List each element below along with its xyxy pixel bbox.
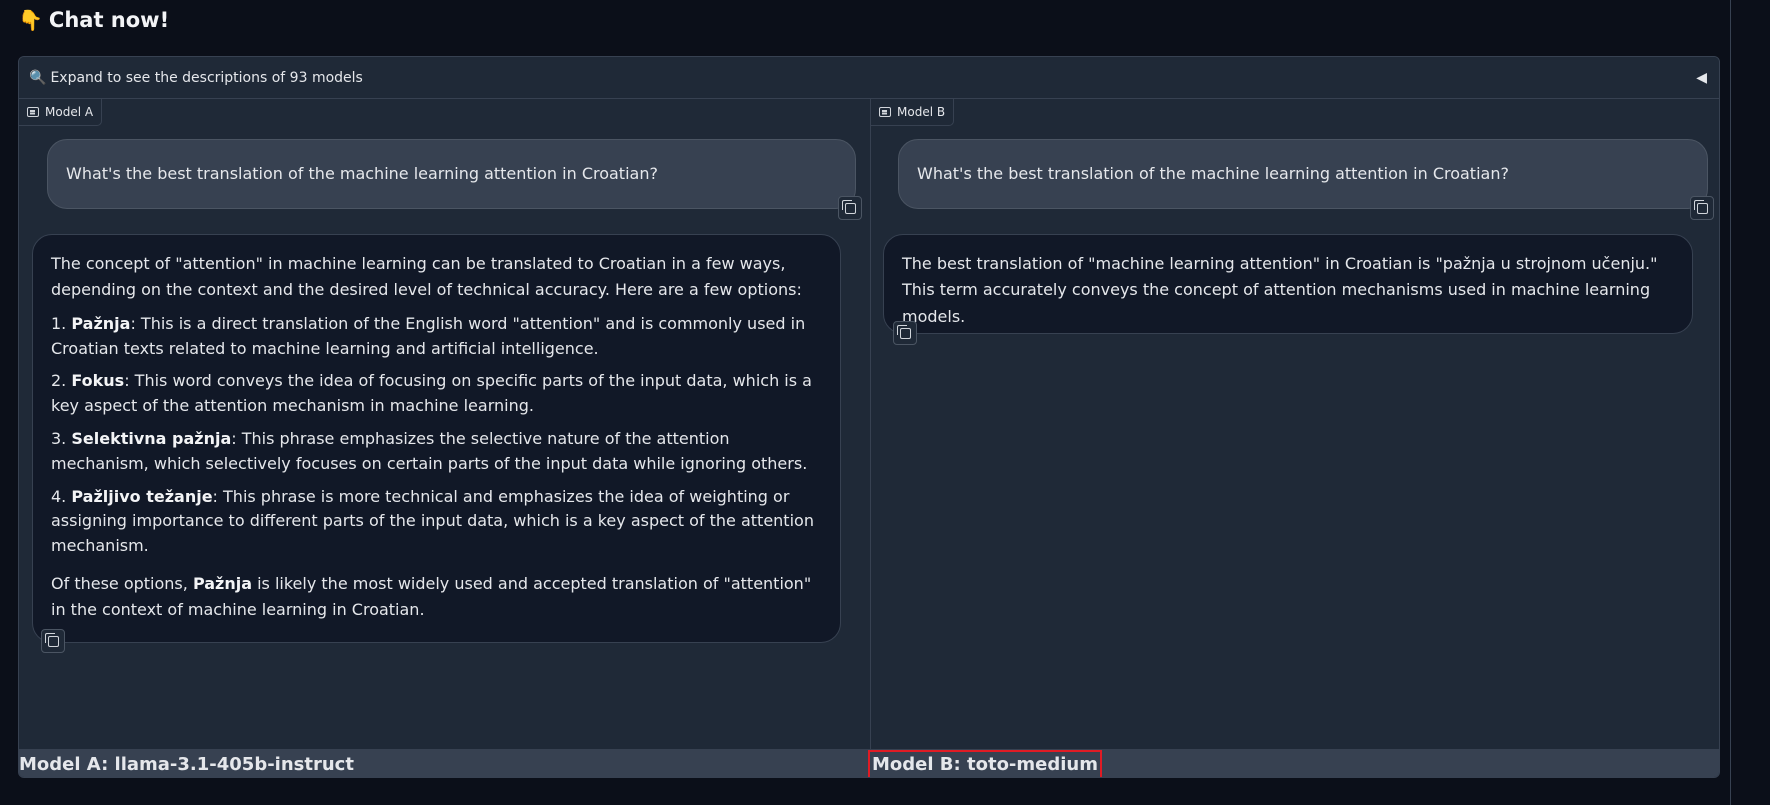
page-title-text: Chat now! — [48, 8, 170, 32]
copy-icon — [1693, 199, 1708, 214]
chatbot-label-b-text: Model B — [897, 105, 946, 119]
magnifier-icon: 🔍 — [29, 69, 47, 86]
accordion-toggle-icon[interactable]: ◀ — [1696, 70, 1707, 86]
model-b-name-text: Model B: toto-medium — [868, 749, 1102, 777]
scrollbar-track[interactable] — [1730, 0, 1731, 805]
bot-message: The concept of "attention" in machine le… — [32, 234, 841, 643]
copy-user-message-button[interactable] — [1690, 196, 1714, 220]
chatbot-model-b[interactable]: Model B What's the best translation of t… — [870, 99, 1719, 749]
response-option-1: 1. Pažnja: This is a direct translation … — [51, 313, 806, 358]
model-a-name-text: Model A: llama-3.1-405b-instruct — [19, 753, 354, 775]
copy-icon — [44, 632, 59, 647]
page-title: 👇 Chat now! — [18, 8, 169, 32]
response-conclusion: Of these options, Pažnja is likely the m… — [51, 573, 812, 620]
model-names-footer: Model A: llama-3.1-405b-instruct Model B… — [19, 749, 1719, 777]
page: 👇 Chat now! 🔍 Expand to see the descript… — [0, 0, 1770, 805]
bot-message: The best translation of "machine learnin… — [883, 234, 1693, 334]
pointing-down-icon: 👇 — [18, 8, 43, 32]
chatbot-label-a: Model A — [19, 99, 103, 126]
chat-icon — [27, 107, 39, 117]
accordion-label: Expand to see the descriptions of 93 mod… — [50, 69, 363, 86]
model-descriptions-accordion[interactable]: 🔍 Expand to see the descriptions of 93 m… — [19, 57, 1719, 99]
copy-user-message-button[interactable] — [838, 196, 862, 220]
user-message: What's the best translation of the machi… — [898, 139, 1708, 209]
chat-icon — [879, 107, 891, 117]
response-text: The best translation of "machine learnin… — [902, 254, 1658, 326]
chat-block: 🔍 Expand to see the descriptions of 93 m… — [18, 56, 1720, 778]
user-message: What's the best translation of the machi… — [47, 139, 856, 209]
user-message-text: What's the best translation of the machi… — [66, 163, 658, 183]
response-option-4: 4. Pažljivo težanje: This phrase is more… — [51, 486, 814, 556]
response-option-2: 2. Fokus: This word conveys the idea of … — [51, 371, 812, 416]
copy-bot-message-button[interactable] — [41, 629, 65, 653]
copy-icon — [841, 199, 856, 214]
model-a-name: Model A: llama-3.1-405b-instruct — [19, 749, 870, 777]
model-b-name: Model B: toto-medium — [868, 749, 1719, 777]
copy-icon — [896, 324, 911, 339]
copy-bot-message-button[interactable] — [893, 321, 917, 345]
response-intro: The concept of "attention" in machine le… — [51, 254, 802, 300]
chatbot-model-a[interactable]: Model A What's the best translation of t… — [19, 99, 870, 749]
chatbot-label-b: Model B — [871, 99, 955, 126]
user-message-text: What's the best translation of the machi… — [917, 163, 1509, 183]
chatbot-label-a-text: Model A — [45, 105, 94, 119]
response-option-3: 3. Selektivna pažnja: This phrase emphas… — [51, 428, 808, 473]
